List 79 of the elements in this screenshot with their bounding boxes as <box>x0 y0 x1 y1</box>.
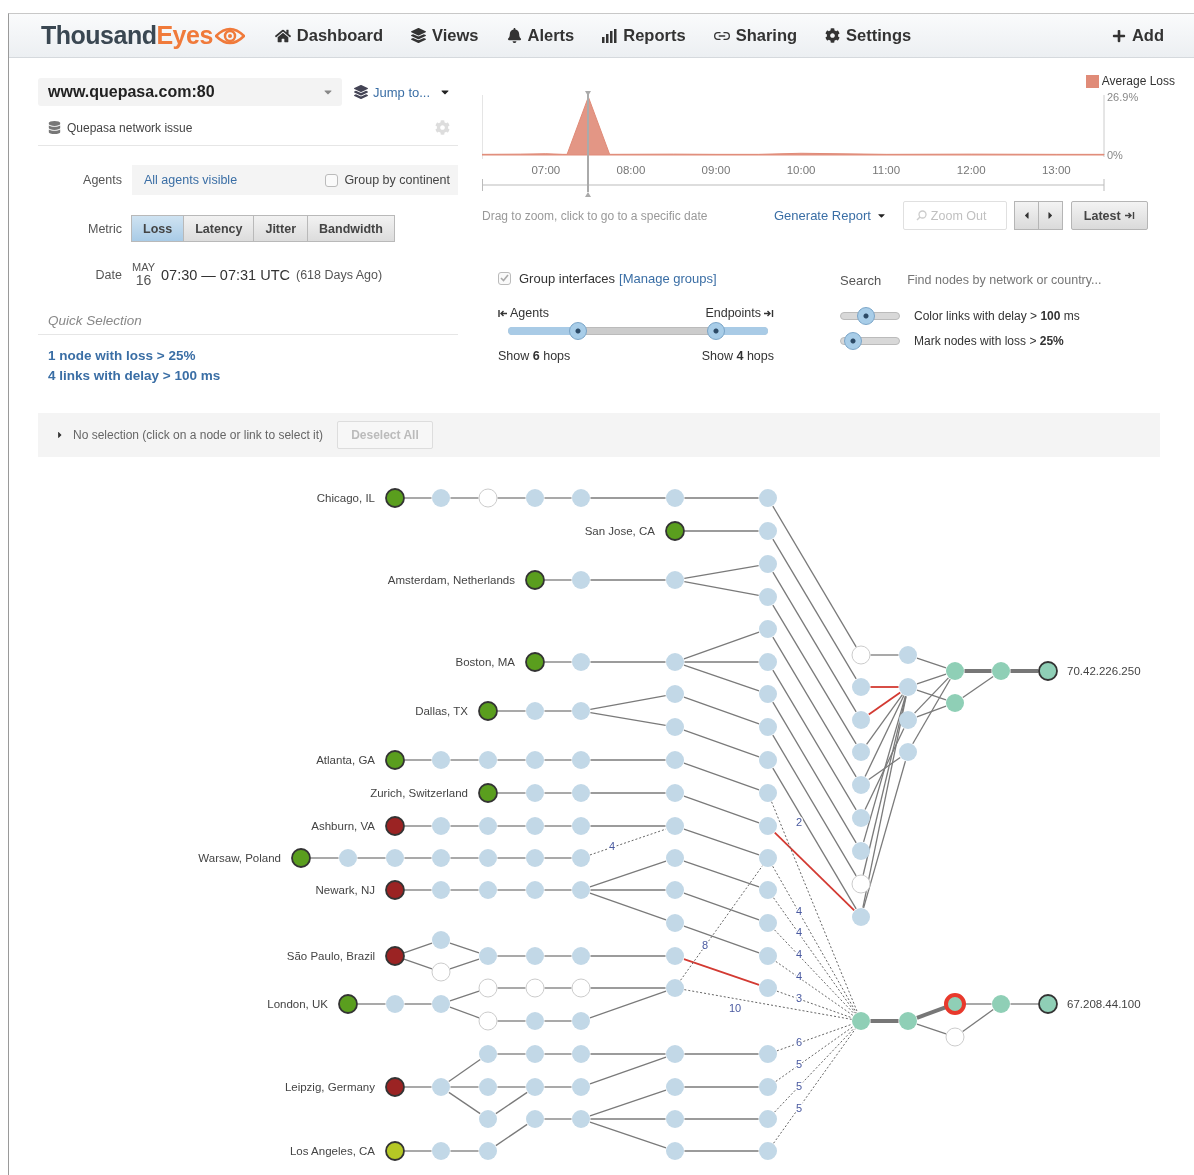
link-label: 8 <box>701 939 709 951</box>
agent-label: London, UK <box>267 998 328 1010</box>
legend-label: Average Loss <box>1101 74 1175 88</box>
nav-link[interactable]: Reports <box>602 26 686 45</box>
logo[interactable]: ThousandEyes <box>41 21 245 50</box>
field-label: Agents <box>82 173 122 187</box>
axis-label: 12:00 <box>956 164 986 176</box>
date-range: 07:30 — 07:31 UTC <box>161 266 290 283</box>
slider-label: Mark nodes with loss > 25% <box>914 334 1064 348</box>
nav-link[interactable]: Dashboard <box>274 26 383 45</box>
test-select[interactable]: www.quepasa.com:80 <box>38 78 342 106</box>
link-label: 4 <box>795 905 803 917</box>
link-label: 4 <box>608 840 616 852</box>
generate-report-link[interactable]: Generate Report <box>774 208 887 223</box>
hops-caption: Show 6 hops <box>498 349 571 363</box>
agents-filter-link[interactable]: All agents visible <box>144 173 238 187</box>
link-label: 2 <box>795 816 803 828</box>
nav-link[interactable]: Alerts <box>506 26 575 45</box>
agent-label: Leipzig, Germany <box>284 1081 375 1093</box>
selection-status: No selection (click on a node or link to select it) <box>73 428 324 442</box>
slider-label: Agents <box>510 306 549 320</box>
agent-label: São Paulo, Brazil <box>286 950 375 962</box>
agent-label: Zurich, Switzerland <box>370 787 468 799</box>
slider-label: Color links with delay > 100 ms <box>914 309 1080 323</box>
slider-label: Endpoints <box>705 306 761 320</box>
axis-label: 26.9% <box>1107 91 1139 103</box>
axis-label: 0% <box>1107 149 1123 161</box>
field-label: Metric <box>86 221 122 236</box>
endpoint-label: 67.208.44.100 <box>1067 998 1141 1010</box>
agent-label: Boston, MA <box>455 656 515 668</box>
search-field[interactable]: Find nodes by network or country... <box>905 272 1146 288</box>
agent-label: Amsterdam, Netherlands <box>387 574 515 586</box>
link-label: 4 <box>795 970 803 982</box>
nav-link[interactable]: Views <box>411 26 479 45</box>
link-label: 4 <box>795 926 803 938</box>
axis-label: 11:00 <box>872 164 901 176</box>
date-label: MAY 16 <box>132 262 156 287</box>
nav-link[interactable]: Sharing <box>713 26 798 45</box>
link-label: 5 <box>795 1080 803 1092</box>
agent-label: Ashburn, VA <box>311 820 375 832</box>
metric-tab[interactable]: Latency <box>183 215 255 242</box>
axis-label: 13:00 <box>1041 164 1071 176</box>
metric-tab[interactable]: Bandwidth <box>307 215 395 242</box>
agent-label: Newark, NJ <box>315 884 375 896</box>
link-label: 5 <box>795 1102 803 1114</box>
endpoint-label: 70.42.226.250 <box>1067 665 1141 677</box>
axis-label: 08:00 <box>616 164 646 176</box>
agent-label: Chicago, IL <box>316 492 375 504</box>
quick-selection-link[interactable]: 4 links with delay > 100 ms <box>48 368 458 383</box>
axis-label: 07:00 <box>531 164 561 176</box>
checkbox-label: Group by continent <box>344 173 450 187</box>
field-label: Date <box>94 267 122 282</box>
section-title: Quick Selection <box>38 313 458 335</box>
agent-label: Los Angeles, CA <box>289 1145 375 1157</box>
quick-selection-link[interactable]: 1 node with loss > 25% <box>48 348 458 363</box>
agent-label: San Jose, CA <box>584 525 655 537</box>
link-label: 10 <box>728 1002 742 1014</box>
test-description: Quepasa network issue <box>67 120 193 135</box>
link-label: 3 <box>795 992 803 1004</box>
days-ago: (618 Days Ago) <box>296 267 383 282</box>
link-label: 6 <box>795 1036 803 1048</box>
axis-label: 09:00 <box>701 164 731 176</box>
metric-tab[interactable]: Jitter <box>253 215 308 242</box>
metric-tab[interactable]: Loss <box>131 215 185 242</box>
latest-button[interactable]: Latest <box>1070 201 1148 230</box>
add-button[interactable]: Add <box>1111 26 1164 45</box>
agent-label: Dallas, TX <box>415 705 468 717</box>
chart-hint: Drag to zoom, click to go to a specific date <box>482 208 709 223</box>
hops-caption: Show 4 hops <box>701 349 774 363</box>
checkbox-label: Group interfaces <box>519 270 616 286</box>
jump-to-menu[interactable]: Jump to... <box>354 84 452 100</box>
nav-link[interactable]: Settings <box>825 26 912 45</box>
agent-label: Atlanta, GA <box>316 754 375 766</box>
manage-groups-link[interactable]: [Manage groups] <box>619 270 717 286</box>
axis-label: 10:00 <box>786 164 816 176</box>
agent-label: Warsaw, Poland <box>198 852 281 864</box>
link-label: 5 <box>795 1058 803 1070</box>
field-label: Search <box>840 272 882 288</box>
link-label: 4 <box>795 948 803 960</box>
